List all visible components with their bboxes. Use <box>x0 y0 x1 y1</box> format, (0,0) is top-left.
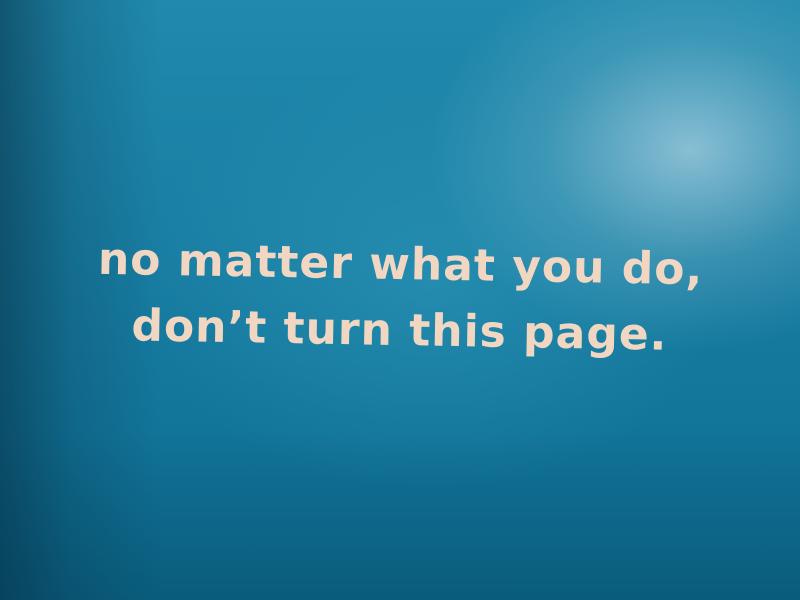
message-line-1: no matter what you do, <box>97 233 704 296</box>
page-bottom-shade <box>0 430 800 600</box>
page-message: no matter what you do, don’t turn this p… <box>39 226 761 371</box>
book-page: no matter what you do, don’t turn this p… <box>0 0 800 600</box>
message-line-2: don’t turn this page. <box>131 300 668 361</box>
